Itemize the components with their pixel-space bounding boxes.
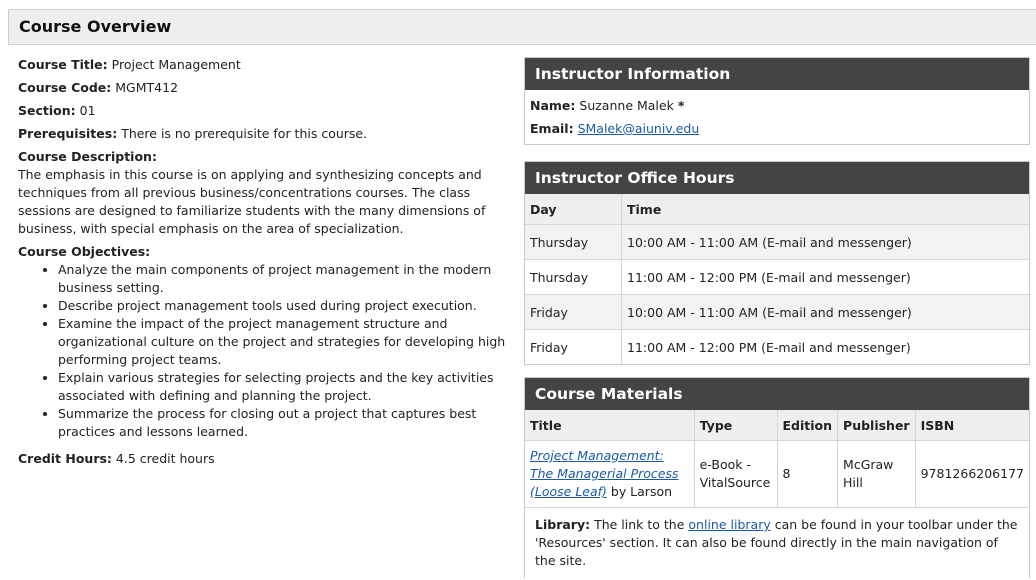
time-cell: 10:00 AM - 11:00 AM (E-mail and messenge… [621, 224, 1029, 260]
prerequisites-label: Prerequisites: [18, 126, 118, 141]
course-code-value: MGMT412 [115, 80, 179, 95]
day-cell: Friday [525, 329, 622, 364]
library-note: Library: The link to the online library … [525, 507, 1029, 578]
table-header-row: Title Type Edition Publisher ISBN [525, 410, 1029, 441]
instructor-name-mark: * [677, 98, 685, 113]
instructor-email-field: Email: SMalek@aiuniv.edu [530, 117, 1024, 140]
objective-item: Analyze the main components of project m… [58, 261, 523, 297]
description-label: Course Description: [18, 149, 157, 164]
course-materials-heading: Course Materials [525, 378, 1029, 410]
prerequisites-field: Prerequisites: There is no prerequisite … [18, 125, 523, 143]
time-column-header: Time [621, 194, 1029, 225]
title-column-header: Title [525, 410, 695, 441]
time-cell: 11:00 AM - 12:00 PM (E-mail and messenge… [621, 329, 1029, 364]
table-header-row: Day Time [525, 194, 1029, 225]
objectives-list: Analyze the main components of project m… [18, 261, 523, 441]
instructor-email-label: Email: [530, 121, 574, 136]
objectives-field: Course Objectives: Analyze the main comp… [18, 243, 523, 441]
description-text: The emphasis in this course is on applyi… [18, 167, 486, 236]
table-row: Project Management: The Managerial Proce… [525, 440, 1029, 507]
objective-item: Summarize the process for closing out a … [58, 405, 523, 441]
day-column-header: Day [525, 194, 622, 225]
isbn-column-header: ISBN [915, 410, 1029, 441]
credit-hours-value: 4.5 credit hours [115, 451, 215, 466]
book-author: by Larson [606, 484, 673, 499]
course-overview-header: Course Overview [8, 9, 1036, 45]
instructor-information-body: Name: Suzanne Malek * Email: SMalek@aiun… [525, 90, 1029, 144]
course-materials-panel: Course Materials Title Type Edition Publ… [524, 377, 1030, 578]
table-row: Friday 10:00 AM - 11:00 AM (E-mail and m… [525, 294, 1029, 330]
office-hours-heading: Instructor Office Hours [525, 162, 1029, 194]
course-title-label: Course Title: [18, 57, 108, 72]
credit-hours-label: Credit Hours: [18, 451, 112, 466]
table-row: Thursday 11:00 AM - 12:00 PM (E-mail and… [525, 259, 1029, 295]
instructor-email-link[interactable]: SMalek@aiuniv.edu [578, 121, 700, 136]
time-cell: 10:00 AM - 11:00 AM (E-mail and messenge… [621, 294, 1029, 330]
library-text-1: The link to the [590, 517, 689, 532]
course-code-field: Course Code: MGMT412 [18, 79, 523, 97]
isbn-cell: 9781266206177 [915, 440, 1029, 507]
day-cell: Thursday [525, 224, 622, 260]
edition-column-header: Edition [777, 410, 839, 441]
instructor-name-label: Name: [530, 98, 576, 113]
table-row: Friday 11:00 AM - 12:00 PM (E-mail and m… [525, 329, 1029, 364]
description-field: Course Description: The emphasis in this… [18, 148, 523, 238]
course-details: Course Title: Project Management Course … [18, 56, 523, 473]
objective-item: Examine the impact of the project manage… [58, 315, 523, 369]
office-hours-panel: Instructor Office Hours Day Time Thursda… [524, 161, 1030, 365]
objective-item: Describe project management tools used d… [58, 297, 523, 315]
instructor-name-value: Suzanne Malek [579, 98, 674, 113]
course-title-field: Course Title: Project Management [18, 56, 523, 74]
instructor-information-heading: Instructor Information [525, 58, 1029, 90]
objective-item: Explain various strategies for selecting… [58, 369, 523, 405]
office-hours-table: Day Time Thursday 10:00 AM - 11:00 AM (E… [525, 194, 1029, 364]
book-title-cell: Project Management: The Managerial Proce… [525, 440, 695, 507]
day-cell: Friday [525, 294, 622, 330]
instructor-information-panel: Instructor Information Name: Suzanne Mal… [524, 57, 1030, 145]
table-row: Thursday 10:00 AM - 11:00 AM (E-mail and… [525, 224, 1029, 260]
objectives-label: Course Objectives: [18, 244, 151, 259]
section-value: 01 [79, 103, 96, 118]
type-column-header: Type [694, 410, 778, 441]
time-cell: 11:00 AM - 12:00 PM (E-mail and messenge… [621, 259, 1029, 295]
section-field: Section: 01 [18, 102, 523, 120]
edition-cell: 8 [777, 440, 839, 507]
instructor-name-field: Name: Suzanne Malek * [530, 94, 1024, 117]
section-label: Section: [18, 103, 76, 118]
course-title-value: Project Management [111, 57, 241, 72]
course-materials-table: Title Type Edition Publisher ISBN Projec… [525, 410, 1029, 507]
type-cell: e-Book - VitalSource [694, 440, 778, 507]
credit-hours-field: Credit Hours: 4.5 credit hours [18, 450, 523, 468]
prerequisites-value: There is no prerequisite for this course… [121, 126, 368, 141]
publisher-column-header: Publisher [837, 410, 916, 441]
library-label: Library: [535, 517, 591, 532]
day-cell: Thursday [525, 259, 622, 295]
course-code-label: Course Code: [18, 80, 112, 95]
publisher-cell: McGraw Hill [837, 440, 916, 507]
online-library-link[interactable]: online library [688, 517, 770, 532]
page-title: Course Overview [19, 17, 172, 36]
